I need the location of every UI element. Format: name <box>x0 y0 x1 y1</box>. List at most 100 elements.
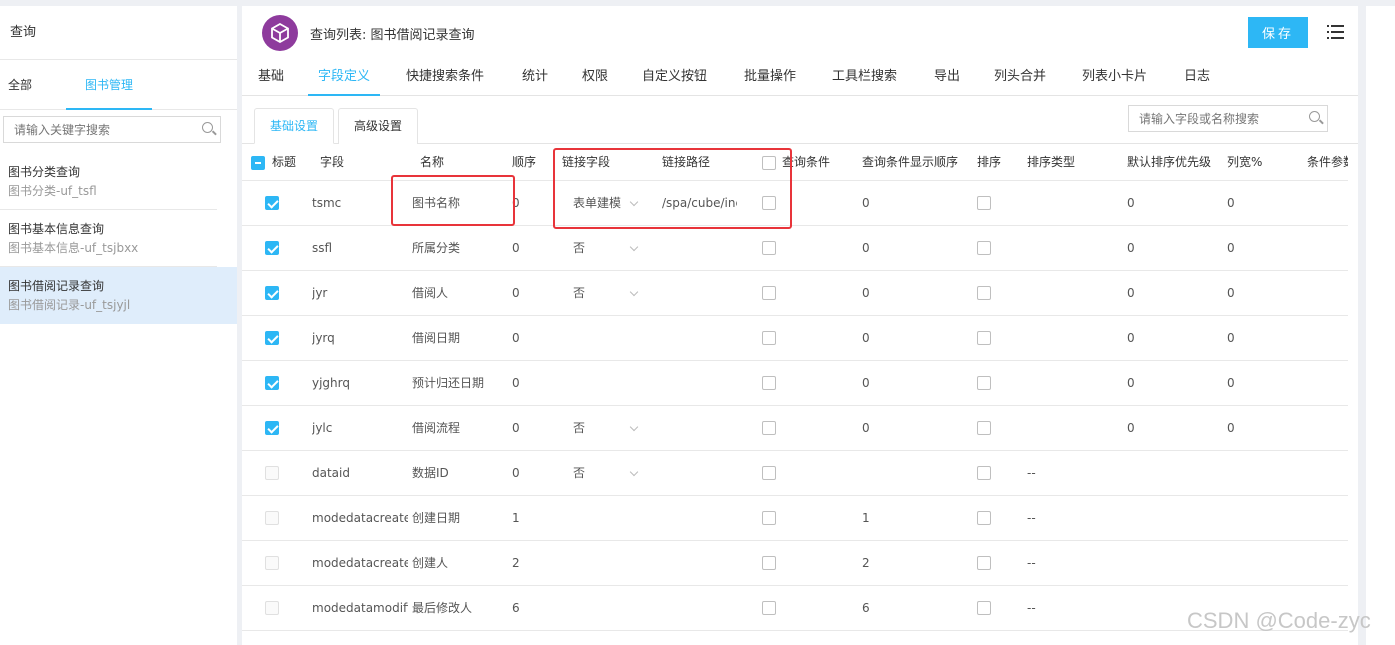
tab-permission[interactable]: 权限 <box>582 60 608 96</box>
link-field-select[interactable]: 否 <box>573 451 585 496</box>
query-order-cell[interactable]: 0 <box>862 226 870 271</box>
order-cell[interactable]: 0 <box>512 181 520 226</box>
sort-checkbox[interactable] <box>977 376 991 390</box>
width-cell[interactable]: 0 <box>1227 181 1235 226</box>
search-icon[interactable] <box>198 119 220 141</box>
width-cell[interactable]: 0 <box>1227 361 1235 406</box>
order-cell[interactable]: 0 <box>512 271 520 316</box>
tab-list-card[interactable]: 列表小卡片 <box>1082 60 1147 96</box>
title-checkbox[interactable] <box>265 376 279 390</box>
query-condition-checkbox[interactable] <box>762 601 776 615</box>
name-cell[interactable]: 预计归还日期 <box>412 361 502 406</box>
tab-log[interactable]: 日志 <box>1184 60 1210 96</box>
search-icon[interactable] <box>1305 108 1327 130</box>
sort-type-cell[interactable]: -- <box>1027 451 1036 496</box>
sort-checkbox[interactable] <box>977 556 991 570</box>
name-cell[interactable]: 创建日期 <box>412 496 502 541</box>
width-cell[interactable]: 0 <box>1227 271 1235 316</box>
title-checkbox[interactable] <box>265 556 279 570</box>
chevron-down-icon[interactable] <box>629 422 639 432</box>
priority-cell[interactable]: 0 <box>1127 271 1135 316</box>
name-cell[interactable]: 借阅日期 <box>412 316 502 361</box>
tab-quick-search[interactable]: 快捷搜索条件 <box>406 60 484 96</box>
title-checkbox[interactable] <box>265 331 279 345</box>
query-condition-all-checkbox[interactable] <box>762 156 776 170</box>
name-cell[interactable]: 图书名称 <box>412 181 502 226</box>
link-field-select[interactable]: 否 <box>573 226 585 271</box>
query-order-cell[interactable]: 2 <box>862 541 870 586</box>
order-cell[interactable]: 0 <box>512 316 520 361</box>
chevron-down-icon[interactable] <box>629 242 639 252</box>
order-cell[interactable]: 0 <box>512 451 520 496</box>
chevron-down-icon[interactable] <box>629 467 639 477</box>
query-order-cell[interactable]: 0 <box>862 271 870 316</box>
chevron-down-icon[interactable] <box>629 197 639 207</box>
priority-cell[interactable]: 0 <box>1127 406 1135 451</box>
sidebar-search-input[interactable] <box>14 122 198 137</box>
order-cell[interactable]: 0 <box>512 226 520 271</box>
order-cell[interactable]: 0 <box>512 361 520 406</box>
title-checkbox[interactable] <box>265 421 279 435</box>
query-condition-checkbox[interactable] <box>762 331 776 345</box>
sort-checkbox[interactable] <box>977 331 991 345</box>
priority-cell[interactable]: 0 <box>1127 361 1135 406</box>
sidebar-tab-book-management[interactable]: 图书管理 <box>66 60 153 110</box>
name-cell[interactable]: 最后修改人 <box>412 586 502 631</box>
query-order-cell[interactable]: 0 <box>862 361 870 406</box>
name-cell[interactable]: 借阅流程 <box>412 406 502 451</box>
name-cell[interactable]: 创建人 <box>412 541 502 586</box>
query-order-cell[interactable]: 0 <box>862 181 870 226</box>
subtab-advanced-settings[interactable]: 高级设置 <box>338 108 419 144</box>
tab-batch-operation[interactable]: 批量操作 <box>744 60 796 96</box>
tab-toolbar-search[interactable]: 工具栏搜索 <box>832 60 897 96</box>
width-cell[interactable]: 0 <box>1227 226 1235 271</box>
order-cell[interactable]: 0 <box>512 406 520 451</box>
query-order-cell[interactable]: 6 <box>862 586 870 631</box>
sort-checkbox[interactable] <box>977 286 991 300</box>
field-search-input[interactable] <box>1139 111 1305 126</box>
width-cell[interactable]: 0 <box>1227 406 1235 451</box>
query-order-cell[interactable]: 1 <box>862 496 870 541</box>
name-cell[interactable]: 借阅人 <box>412 271 502 316</box>
sort-type-cell[interactable]: -- <box>1027 586 1036 631</box>
title-checkbox[interactable] <box>265 466 279 480</box>
title-checkbox[interactable] <box>265 511 279 525</box>
sidebar-tab-all[interactable]: 全部 <box>0 60 40 110</box>
order-cell[interactable]: 2 <box>512 541 520 586</box>
query-condition-checkbox[interactable] <box>762 421 776 435</box>
title-checkbox[interactable] <box>265 196 279 210</box>
sort-type-cell[interactable]: -- <box>1027 541 1036 586</box>
query-condition-checkbox[interactable] <box>762 556 776 570</box>
sort-type-cell[interactable]: -- <box>1027 496 1036 541</box>
query-condition-checkbox[interactable] <box>762 241 776 255</box>
name-cell[interactable]: 数据ID <box>412 451 502 496</box>
order-cell[interactable]: 6 <box>512 586 520 631</box>
tab-field-definition[interactable]: 字段定义 <box>308 60 381 96</box>
order-cell[interactable]: 1 <box>512 496 520 541</box>
link-field-select[interactable]: 否 <box>573 406 585 451</box>
list-menu-icon[interactable] <box>1327 25 1345 39</box>
sort-checkbox[interactable] <box>977 241 991 255</box>
link-field-select[interactable]: 表单建模 <box>573 181 621 226</box>
title-checkbox[interactable] <box>265 286 279 300</box>
query-order-cell[interactable]: 0 <box>862 406 870 451</box>
sort-checkbox[interactable] <box>977 421 991 435</box>
priority-cell[interactable]: 0 <box>1127 226 1135 271</box>
tab-header-merge[interactable]: 列头合并 <box>994 60 1046 96</box>
query-order-cell[interactable]: 0 <box>862 316 870 361</box>
name-cell[interactable]: 所属分类 <box>412 226 502 271</box>
sidebar-item-borrow-record[interactable]: 图书借阅记录查询 图书借阅记录-uf_tsjyjl <box>0 267 237 324</box>
title-checkbox[interactable] <box>265 241 279 255</box>
width-cell[interactable]: 0 <box>1227 316 1235 361</box>
title-checkbox[interactable] <box>265 601 279 615</box>
sort-checkbox[interactable] <box>977 196 991 210</box>
query-condition-checkbox[interactable] <box>762 286 776 300</box>
sort-checkbox[interactable] <box>977 511 991 525</box>
query-condition-checkbox[interactable] <box>762 376 776 390</box>
chevron-down-icon[interactable] <box>629 287 639 297</box>
save-button[interactable]: 保存 <box>1248 17 1308 48</box>
subtab-basic-settings[interactable]: 基础设置 <box>254 108 335 144</box>
tab-custom-button[interactable]: 自定义按钮 <box>642 60 707 96</box>
query-condition-checkbox[interactable] <box>762 466 776 480</box>
priority-cell[interactable]: 0 <box>1127 316 1135 361</box>
